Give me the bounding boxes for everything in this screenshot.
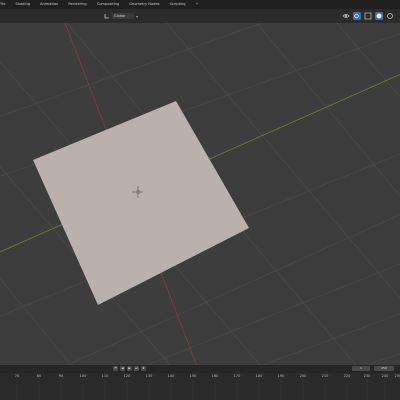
workspace-tab-layout[interactable]: Yle xyxy=(0,0,10,9)
workspace-tab-scripting[interactable]: Scripting xyxy=(165,0,191,9)
plane-mesh xyxy=(33,101,249,305)
orientation-dropdown[interactable]: Global xyxy=(112,13,134,19)
viewport-canvas xyxy=(0,23,400,365)
jump-start-button[interactable]: ⏮ xyxy=(113,366,118,371)
ruler-label: 90 xyxy=(58,374,64,378)
ruler-label: 110 xyxy=(101,374,109,378)
ruler-label: 70 xyxy=(14,374,20,378)
workspace-tab-animation[interactable]: Animation xyxy=(35,0,63,9)
shading-solid-icon[interactable] xyxy=(375,12,383,20)
play-reverse-button[interactable]: ◀ xyxy=(120,366,125,371)
ruler-label: 170 xyxy=(233,374,241,378)
workspace-tab-shading[interactable]: Shading xyxy=(10,0,35,9)
workspace-tab-rendering[interactable]: Rendering xyxy=(63,0,91,9)
3d-viewport[interactable] xyxy=(0,23,400,365)
add-workspace-button[interactable]: + xyxy=(191,0,204,9)
ruler-label: 190 xyxy=(277,374,285,378)
ruler-label: 150 xyxy=(189,374,197,378)
eye-icon[interactable] xyxy=(342,12,350,20)
current-frame-field[interactable]: 1 xyxy=(352,366,370,371)
shading-material-icon[interactable] xyxy=(386,12,394,20)
workspace-tab-compositing[interactable]: Compositing xyxy=(92,0,125,9)
workspace-tab-geometry-nodes[interactable]: Geometry Nodes xyxy=(124,0,164,9)
ruler-label: 130 xyxy=(145,374,153,378)
viewport-header xyxy=(0,9,400,23)
ruler-labels: 70 80 90 100 110 120 130 140 150 160 170… xyxy=(0,374,400,379)
end-frame-field[interactable]: 250 xyxy=(374,366,394,371)
chevron-down-icon: ▾ xyxy=(136,13,139,19)
overlay-icon[interactable] xyxy=(353,12,361,20)
xray-icon[interactable] xyxy=(364,12,372,20)
ruler-label: 180 xyxy=(255,374,263,378)
jump-end-button[interactable]: ⏭ xyxy=(134,366,139,371)
workspace-tabs-bar: Yle Shading Animation Rendering Composit… xyxy=(0,0,400,9)
ruler-label: 200 xyxy=(299,374,307,378)
play-button[interactable]: ▶ xyxy=(127,366,132,371)
transform-orientation[interactable]: Global ▾ xyxy=(104,13,138,19)
ruler-label: 220 xyxy=(343,374,351,378)
timeline-header xyxy=(0,365,400,373)
ruler-label: 230 xyxy=(363,374,371,378)
ruler-label: 80 xyxy=(36,374,42,378)
ruler-label: 120 xyxy=(123,374,131,378)
viewport-shading-controls xyxy=(342,12,394,20)
ruler-label: 210 xyxy=(321,374,329,378)
ruler-label: 160 xyxy=(211,374,219,378)
stop-button[interactable]: ⏹ xyxy=(141,366,146,371)
ruler-tick-lines xyxy=(16,380,386,400)
playback-controls: ⏮ ◀ ▶ ⏭ ⏹ xyxy=(113,366,146,371)
ruler-label: 240 xyxy=(381,374,389,378)
ruler-label: 140 xyxy=(167,374,175,378)
ruler-label: 100 xyxy=(79,374,87,378)
orientation-icon xyxy=(104,14,109,19)
ruler-label: 250 xyxy=(394,374,400,378)
